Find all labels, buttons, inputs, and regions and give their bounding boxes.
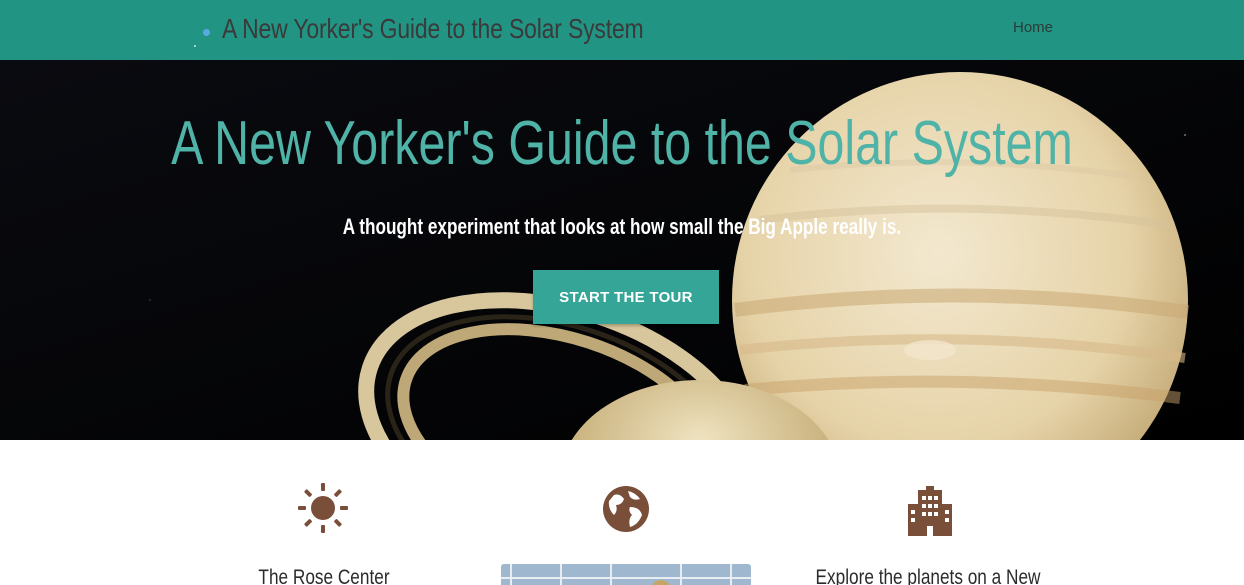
feature-title-rose-center: The Rose Center xyxy=(258,566,390,585)
feature-planetarium-image xyxy=(501,564,751,585)
city-buildings-icon xyxy=(908,486,952,536)
hero-section: A New Yorker's Guide to the Solar System… xyxy=(0,60,1244,440)
hero-subheading-text: A thought experiment that looks at how s… xyxy=(342,214,902,239)
hero-heading-text: A New Yorker's Guide to the Solar System xyxy=(171,109,1073,178)
globe-icon xyxy=(603,486,649,532)
top-navbar: A New Yorker's Guide to the Solar System… xyxy=(0,0,1244,60)
brand-speck-icon xyxy=(194,45,196,47)
start-tour-button[interactable]: START THE TOUR xyxy=(533,270,719,324)
site-brand-link[interactable]: A New Yorker's Guide to the Solar System xyxy=(222,10,644,48)
sun-icon xyxy=(298,483,348,533)
brand-dot-icon xyxy=(203,29,210,36)
nav-home-link[interactable]: Home xyxy=(1013,18,1053,38)
features-section: The Rose Center Explore the planets on a… xyxy=(0,440,1244,585)
hero-heading: A New Yorker's Guide to the Solar System xyxy=(0,104,1244,184)
feature-title-explore-planets: Explore the planets on a New xyxy=(815,566,1041,585)
hero-subheading: A thought experiment that looks at how s… xyxy=(0,212,1244,242)
